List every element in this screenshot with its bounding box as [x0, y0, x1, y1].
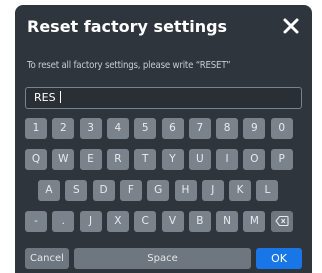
key-f[interactable]: F [119, 180, 142, 201]
space-key[interactable]: Space [74, 248, 251, 269]
key-h[interactable]: H [174, 180, 197, 201]
text-caret [60, 91, 62, 103]
key-8[interactable]: 8 [216, 118, 239, 139]
key-a[interactable]: A [38, 180, 60, 201]
key-l[interactable]: L [256, 180, 279, 201]
key-u[interactable]: U [188, 149, 211, 170]
reset-confirmation-input[interactable]: RES [25, 87, 302, 109]
reset-factory-dialog: Reset factory settings To reset all fact… [15, 5, 312, 273]
key-y[interactable]: Y [161, 149, 184, 170]
key-period[interactable]: . [52, 211, 75, 232]
key-1[interactable]: 1 [25, 118, 47, 139]
key-p[interactable]: P [270, 149, 293, 170]
instruction-text: To reset all factory settings, please wr… [27, 60, 231, 71]
key-7[interactable]: 7 [188, 118, 211, 139]
key-j[interactable]: J [201, 180, 224, 201]
backspace-key[interactable] [270, 211, 293, 232]
dialog-title: Reset factory settings [27, 17, 228, 36]
key-o[interactable]: O [243, 149, 266, 170]
key-j[interactable]: J [79, 211, 102, 232]
key-4[interactable]: 4 [106, 118, 129, 139]
key-6[interactable]: 6 [161, 118, 184, 139]
key-3[interactable]: 3 [79, 118, 102, 139]
key-w[interactable]: W [52, 149, 75, 170]
key-s[interactable]: S [65, 180, 88, 201]
key-0[interactable]: 0 [270, 118, 293, 139]
key-g[interactable]: G [147, 180, 170, 201]
key-5[interactable]: 5 [134, 118, 157, 139]
key-dash[interactable]: - [25, 211, 47, 232]
key-b[interactable]: B [188, 211, 211, 232]
key-v[interactable]: V [161, 211, 184, 232]
key-i[interactable]: I [216, 149, 239, 170]
key-2[interactable]: 2 [52, 118, 75, 139]
key-n[interactable]: N [216, 211, 239, 232]
key-k[interactable]: K [229, 180, 252, 201]
key-x[interactable]: X [106, 211, 129, 232]
key-d[interactable]: D [92, 180, 115, 201]
backspace-icon [274, 215, 289, 231]
key-t[interactable]: T [134, 149, 157, 170]
key-q[interactable]: Q [25, 149, 47, 170]
key-e[interactable]: E [79, 149, 102, 170]
key-9[interactable]: 9 [243, 118, 266, 139]
input-value: RES [34, 91, 56, 104]
cancel-button[interactable]: Cancel [25, 248, 69, 269]
ok-button[interactable]: OK [256, 248, 302, 269]
key-c[interactable]: C [134, 211, 157, 232]
close-icon[interactable] [280, 15, 302, 37]
key-r[interactable]: R [106, 149, 129, 170]
key-m[interactable]: M [243, 211, 266, 232]
